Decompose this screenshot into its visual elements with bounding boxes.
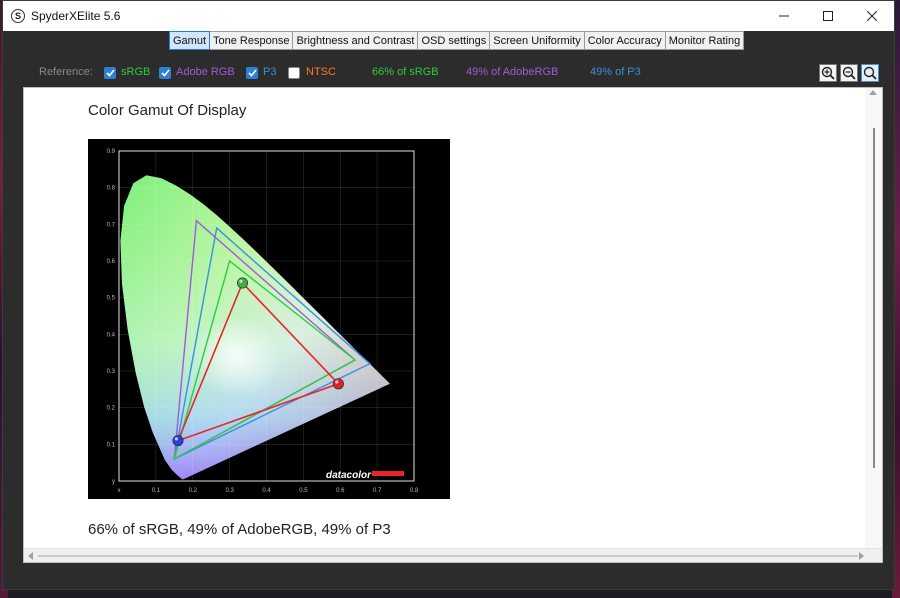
adobe-rgb-checkbox[interactable] <box>159 67 171 79</box>
y-tick-label: 0.9 <box>107 149 116 155</box>
y-tick-label: 0.1 <box>107 442 116 448</box>
zoom-in-icon <box>821 66 835 80</box>
ntsc-checkbox-label[interactable]: NTSC <box>306 66 336 79</box>
reference-label: Reference: <box>39 66 93 78</box>
tab-bar: Gamut Tone Response Brightness and Contr… <box>169 31 745 50</box>
horizontal-scroll-thumb[interactable] <box>38 555 858 557</box>
tab-osd-settings[interactable]: OSD settings <box>418 31 491 50</box>
scroll-left-arrow[interactable] <box>28 552 33 560</box>
y-tick-label: 0.4 <box>107 332 116 338</box>
y-tick-label: 0.7 <box>107 222 116 228</box>
window-controls <box>762 1 894 31</box>
report-content: Color Gamut Of Display x 0.1 0.2 0.3 0.4… <box>23 87 883 563</box>
p3-checkbox-label[interactable]: P3 <box>263 66 276 79</box>
y-tick-label: y <box>112 479 115 485</box>
y-tick-label: 0.3 <box>107 369 116 375</box>
adobe-rgb-checkbox-label[interactable]: Adobe RGB <box>176 66 235 79</box>
x-tick-label: 0.5 <box>299 488 308 494</box>
tab-brightness-contrast[interactable]: Brightness and Contrast <box>293 31 419 50</box>
zoom-in-button[interactable] <box>819 64 837 82</box>
minimize-button[interactable] <box>762 1 806 31</box>
checkmark-icon <box>105 69 115 77</box>
x-tick-label: 0.1 <box>152 488 161 494</box>
window-title: SpyderXElite 5.6 <box>31 9 121 23</box>
display-primary-highlight <box>335 380 339 384</box>
gamut-summary: 66% of sRGB, 49% of AdobeRGB, 49% of P3 <box>88 521 391 538</box>
x-tick-label: 0.2 <box>189 488 198 494</box>
cie-chromaticity-chart: x 0.1 0.2 0.3 0.4 0.5 0.6 0.7 0.8 y 0.1 0.2 0.3 0.4 0.… <box>107 149 419 494</box>
srgb-coverage: 66% of sRGB <box>372 66 439 78</box>
app-window: S SpyderXElite 5.6 Gamut Tone Response B… <box>2 0 895 590</box>
reference-bar: Reference: sRGB Adobe RGB P3 NTSC 66% of… <box>3 59 894 85</box>
checkmark-icon <box>247 69 257 77</box>
srgb-checkbox-label[interactable]: sRGB <box>121 66 150 79</box>
tab-tone-response[interactable]: Tone Response <box>210 31 294 50</box>
x-tick-label: 0.4 <box>262 488 271 494</box>
white-point-glow <box>192 316 282 397</box>
tab-screen-uniformity[interactable]: Screen Uniformity <box>490 31 585 50</box>
display-primary-point <box>332 378 344 390</box>
y-tick-label: 0.6 <box>107 259 116 265</box>
close-button[interactable] <box>850 1 894 31</box>
maximize-icon <box>823 11 833 21</box>
horizontal-scrollbar[interactable] <box>24 548 882 562</box>
ntsc-checkbox[interactable] <box>288 67 300 79</box>
datacolor-watermark: datacolor <box>326 470 372 481</box>
zoom-out-button[interactable] <box>840 64 858 82</box>
display-primary-point <box>237 277 249 289</box>
adobe-rgb-coverage: 49% of AdobeRGB <box>466 66 559 78</box>
zoom-out-icon <box>842 66 856 80</box>
tab-monitor-rating[interactable]: Monitor Rating <box>665 31 745 50</box>
p3-coverage: 49% of P3 <box>590 66 641 78</box>
watermark-bar <box>372 471 404 476</box>
tab-gamut[interactable]: Gamut <box>169 31 211 50</box>
minimize-icon <box>779 15 789 17</box>
tab-color-accuracy[interactable]: Color Accuracy <box>584 31 666 50</box>
maximize-button[interactable] <box>806 1 850 31</box>
x-tick-label: x <box>118 488 121 494</box>
x-tick-label: 0.8 <box>410 488 419 494</box>
p3-checkbox[interactable] <box>246 67 258 79</box>
scroll-right-arrow[interactable] <box>859 552 864 560</box>
title-bar: S SpyderXElite 5.6 <box>3 1 894 31</box>
vertical-scrollbar[interactable] <box>865 88 882 550</box>
y-tick-label: 0.8 <box>107 186 116 192</box>
close-icon <box>867 11 877 21</box>
page-title: Color Gamut Of Display <box>88 102 247 119</box>
srgb-checkbox[interactable] <box>104 67 116 79</box>
scroll-up-arrow[interactable] <box>869 90 877 95</box>
gamut-chart: x 0.1 0.2 0.3 0.4 0.5 0.6 0.7 0.8 y 0.1 0.2 0.3 0.4 0.… <box>88 139 450 499</box>
display-primary-point <box>172 435 184 447</box>
x-tick-label: 0.3 <box>225 488 234 494</box>
display-primary-highlight <box>239 279 243 283</box>
zoom-fit-button[interactable] <box>861 64 879 82</box>
y-tick-label: 0.5 <box>107 296 116 302</box>
y-tick-label: 0.2 <box>107 406 116 412</box>
zoom-fit-icon <box>863 66 877 80</box>
vertical-scroll-thumb[interactable] <box>873 128 875 468</box>
checkmark-icon <box>160 69 170 77</box>
display-primary-highlight <box>174 437 178 441</box>
app-icon: S <box>11 9 25 23</box>
x-tick-label: 0.6 <box>336 488 345 494</box>
x-tick-label: 0.7 <box>373 488 382 494</box>
